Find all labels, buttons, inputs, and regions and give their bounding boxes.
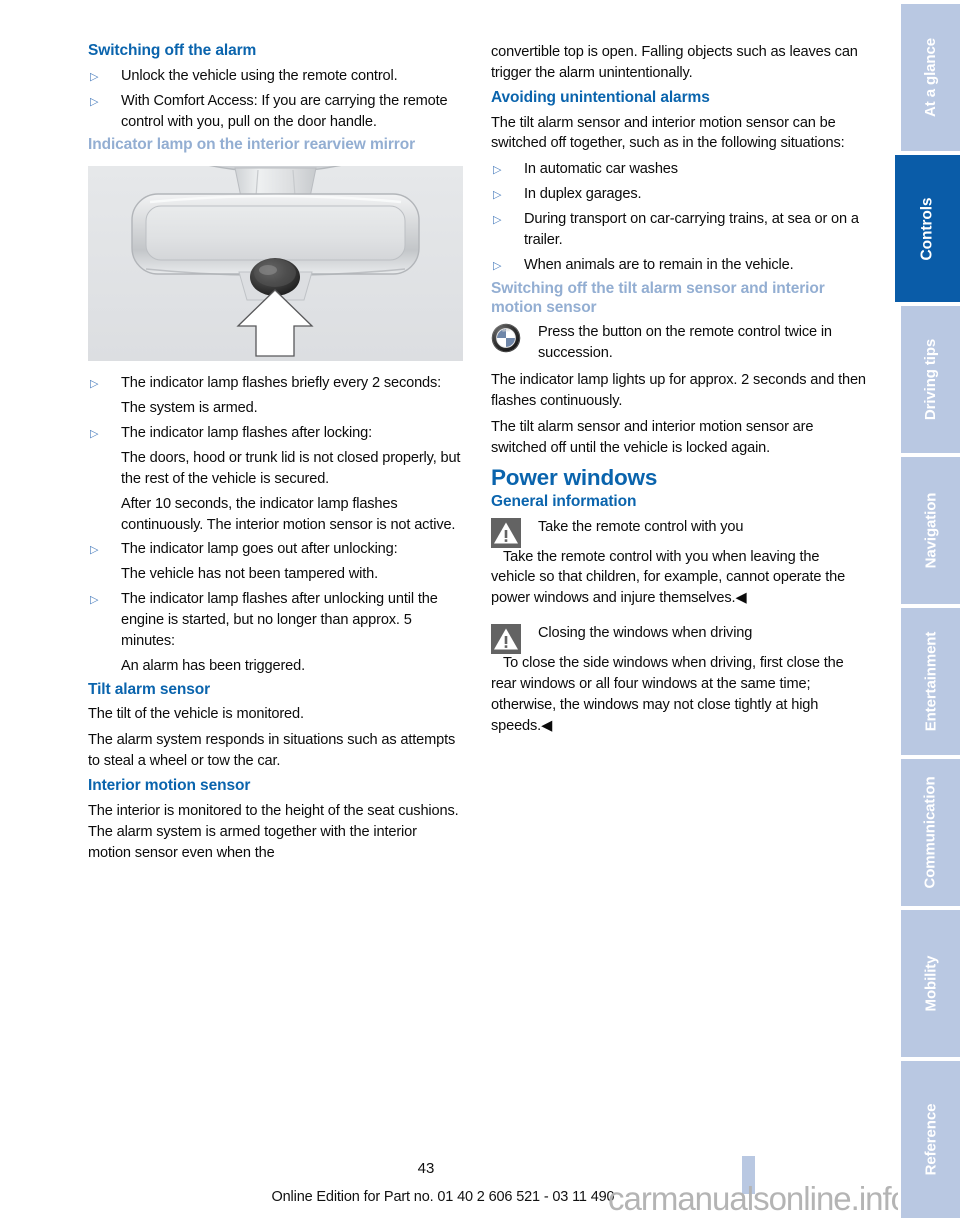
sidebar-tab-driving-tips[interactable]: Driving tips <box>898 306 960 453</box>
paragraph: The indicator lamp lights up for approx.… <box>491 372 866 410</box>
paragraph: The interior is monitored to the height … <box>88 802 459 861</box>
footer-edition-text: Online Edition for Part no. 01 40 2 606 … <box>271 1189 615 1205</box>
heading-avoiding-unintentional-alarms: Avoiding unintentional alarms <box>491 88 710 106</box>
bullet-continuation: After 10 seconds, the indicator lamp fla… <box>121 495 456 533</box>
heading-tilt-alarm-sensor: Tilt alarm sensor <box>88 680 211 698</box>
list-item-text: With Comfort Access: If you are carrying… <box>121 92 448 130</box>
sidebar-tab-label: Controls <box>918 197 936 260</box>
manual-page: Switching off the alarm ▷ Unlock the veh… <box>0 0 960 1222</box>
page-number: 43 <box>417 1160 435 1177</box>
sidebar-tab-label: At a glance <box>922 38 939 117</box>
bullet-continuation: The vehicle has not been tampered with. <box>121 566 378 583</box>
list-item: ▷ Unlock the vehicle using the remote co… <box>88 66 463 87</box>
sidebar-tab-label: Entertainment <box>922 631 939 732</box>
list-item-text: In duplex garages. <box>524 186 642 203</box>
heading-indicator-lamp-mirror: Indicator lamp on the interior rearview … <box>88 136 416 154</box>
list-item: ▷ The indicator lamp flashes after locki… <box>88 423 463 444</box>
list-item-text: The indicator lamp flashes briefly every… <box>121 375 442 392</box>
bullet-continuation: The doors, hood or trunk lid is not clos… <box>121 449 461 487</box>
triangle-bullet-icon: ▷ <box>493 189 502 202</box>
list-item: ▷ When animals are to remain in the vehi… <box>491 255 866 276</box>
triangle-bullet-icon: ▷ <box>493 214 502 227</box>
step-instruction-text: Press the button on the remote control t… <box>538 324 832 362</box>
sidebar-tab-reference[interactable]: Reference <box>898 1061 960 1218</box>
list-item-text: The indicator lamp flashes after unlocki… <box>121 591 438 649</box>
bullet-list-indicator-lamp-states: ▷ The indicator lamp flashes briefly eve… <box>88 373 463 394</box>
warning-title: Take the remote control with you <box>538 518 744 535</box>
warning-triangle-icon <box>491 624 521 655</box>
bullet-list-avoiding-alarms: ▷ In automatic car washes ▷ In duplex ga… <box>491 159 866 275</box>
step-instruction-block: BMW Press the button on the remote contr… <box>491 322 866 364</box>
list-item: ▷ The indicator lamp goes out after unlo… <box>88 539 463 560</box>
triangle-bullet-icon: ▷ <box>90 378 99 391</box>
svg-text:BMW: BMW <box>502 329 510 333</box>
figure-rearview-mirror <box>88 166 463 362</box>
sidebar-tab-label: Reference <box>922 1103 940 1176</box>
rearview-mirror-illustration <box>88 166 463 362</box>
warning-title: Closing the windows when driving <box>538 625 753 642</box>
list-item: ▷ During transport on car-carrying train… <box>491 209 866 251</box>
bullet-list-indicator-lamp-states: ▷ The indicator lamp flashes after unloc… <box>88 589 463 652</box>
warning-title-row: Closing the windows when driving <box>491 623 866 655</box>
heading-interior-motion-sensor: Interior motion sensor <box>88 777 251 795</box>
list-item: ▷ In automatic car washes <box>491 159 866 180</box>
bullet-list-indicator-lamp-states: ▷ The indicator lamp flashes after locki… <box>88 423 463 444</box>
site-watermark: carmanualsonline.info <box>608 1180 909 1217</box>
warning-block: Take the remote control with you Take th… <box>491 517 866 610</box>
warning-body: Take the remote control with you when le… <box>491 548 846 607</box>
sidebar-tab-controls[interactable]: Controls <box>892 155 960 302</box>
heading-switching-off-tilt-alarm-sensor: Switching off the tilt alarm sensor and … <box>491 279 825 316</box>
right-column: convertible top is open. Falling objects… <box>491 42 866 743</box>
list-item: ▷ The indicator lamp flashes after unloc… <box>88 589 463 652</box>
warning-triangle-icon <box>491 517 521 548</box>
triangle-bullet-icon: ▷ <box>90 70 99 83</box>
sidebar-tab-at-a-glance[interactable]: At a glance <box>898 4 960 151</box>
triangle-bullet-icon: ▷ <box>493 259 502 272</box>
sidebar-tab-label: Driving tips <box>922 338 939 421</box>
warning-title-row: Take the remote control with you <box>491 517 866 548</box>
list-item-text: In automatic car washes <box>524 161 678 178</box>
list-item: ▷ The indicator lamp flashes briefly eve… <box>88 373 463 394</box>
list-item-text: During transport on car-carrying trains,… <box>524 211 859 248</box>
triangle-bullet-icon: ▷ <box>90 95 99 108</box>
paragraph-continuation: convertible top is open. Falling objects… <box>491 44 858 81</box>
chapter-title-power-windows: Power windows <box>491 464 658 490</box>
paragraph: The alarm system responds in situations … <box>88 732 456 770</box>
list-item-text: The indicator lamp flashes after locking… <box>121 425 372 442</box>
heading-switching-off-the-alarm: Switching off the alarm <box>88 42 257 59</box>
paragraph: The tilt alarm sensor and interior motio… <box>491 114 845 152</box>
list-item-text: When animals are to remain in the vehicl… <box>524 256 794 273</box>
warning-body: To close the side windows when driving, … <box>491 655 844 734</box>
triangle-bullet-icon: ▷ <box>90 428 99 441</box>
left-column: Switching off the alarm ▷ Unlock the veh… <box>88 42 463 869</box>
triangle-bullet-icon: ▷ <box>90 594 99 607</box>
triangle-bullet-icon: ▷ <box>90 544 99 557</box>
bullet-continuation: The system is armed. <box>121 400 258 417</box>
bmw-roundel-icon: BMW <box>491 323 521 353</box>
paragraph: The tilt alarm sensor and interior motio… <box>491 418 814 456</box>
list-item: ▷ With Comfort Access: If you are carryi… <box>88 91 463 133</box>
content-columns: Switching off the alarm ▷ Unlock the veh… <box>0 0 886 1135</box>
list-item: ▷ In duplex garages. <box>491 184 866 205</box>
sidebar-tab-mobility[interactable]: Mobility <box>898 910 960 1057</box>
heading-general-information: General information <box>491 492 637 510</box>
chapter-tab-bar: At a glance Controls Driving tips Naviga… <box>888 0 960 1222</box>
sidebar-tab-label: Mobility <box>922 955 939 1012</box>
paragraph: The tilt of the vehicle is monitored. <box>88 706 304 723</box>
triangle-bullet-icon: ▷ <box>493 164 502 177</box>
list-item-text: Unlock the vehicle using the remote cont… <box>121 67 398 84</box>
bullet-list-indicator-lamp-states: ▷ The indicator lamp goes out after unlo… <box>88 539 463 560</box>
bullet-continuation: An alarm has been triggered. <box>121 657 306 674</box>
sidebar-tab-entertainment[interactable]: Entertainment <box>898 608 960 755</box>
warning-block: Closing the windows when driving To clos… <box>491 623 866 736</box>
list-item-text: The indicator lamp goes out after unlock… <box>121 541 398 558</box>
sidebar-tab-label: Communication <box>922 776 940 889</box>
sidebar-tab-communication[interactable]: Communication <box>898 759 960 906</box>
step-instruction: BMW Press the button on the remote contr… <box>491 322 866 364</box>
sidebar-tab-navigation[interactable]: Navigation <box>898 457 960 604</box>
sidebar-tab-label: Navigation <box>922 492 939 569</box>
bullet-list-switching-off-alarm: ▷ Unlock the vehicle using the remote co… <box>88 66 463 133</box>
